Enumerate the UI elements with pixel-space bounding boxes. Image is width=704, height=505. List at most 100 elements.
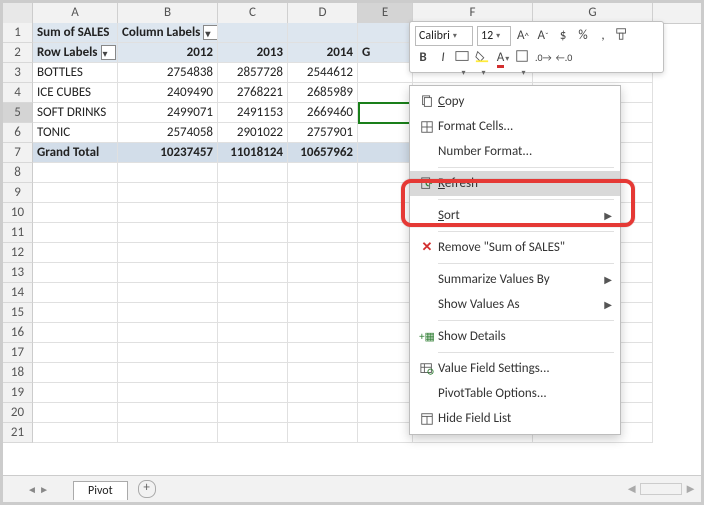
cell-A6[interactable]: TONIC bbox=[33, 123, 118, 143]
italic-icon[interactable]: I bbox=[435, 49, 451, 67]
fill-color-icon[interactable]: ▾ bbox=[475, 49, 491, 67]
cell-D6[interactable]: 2757901 bbox=[288, 123, 358, 143]
cell-A5[interactable]: SOFT DRINKS bbox=[33, 103, 118, 123]
cell-E6[interactable] bbox=[358, 123, 413, 143]
cell-E5[interactable] bbox=[358, 103, 413, 123]
percent-icon[interactable]: % bbox=[575, 27, 591, 45]
cell-D3[interactable]: 2544612 bbox=[288, 63, 358, 83]
font-family-select[interactable]: Calibri bbox=[415, 26, 473, 46]
bold-icon[interactable]: B bbox=[415, 49, 431, 67]
cell-D1[interactable] bbox=[288, 23, 358, 43]
menu-format-cells[interactable]: Format Cells... bbox=[410, 114, 620, 139]
cell-B1[interactable]: Column Labels bbox=[118, 23, 218, 43]
cell-B5[interactable]: 2499071 bbox=[118, 103, 218, 123]
row-4[interactable]: 4 bbox=[3, 83, 33, 103]
row-labels-dropdown-icon[interactable] bbox=[101, 45, 116, 60]
row-3[interactable]: 3 bbox=[3, 63, 33, 83]
menu-copy[interactable]: Copy bbox=[410, 89, 620, 114]
horizontal-scroll[interactable]: ◄► bbox=[625, 481, 697, 497]
menu-value-field-settings[interactable]: Value Field Settings... bbox=[410, 356, 620, 381]
cell-A2[interactable]: Row Labels bbox=[33, 43, 118, 63]
row-14[interactable]: 14 bbox=[3, 283, 33, 303]
col-E[interactable]: E bbox=[358, 3, 413, 23]
row-2[interactable]: 2 bbox=[3, 43, 33, 63]
row-16[interactable]: 16 bbox=[3, 323, 33, 343]
cell-B7[interactable]: 10237457 bbox=[118, 143, 218, 163]
row-6[interactable]: 6 bbox=[3, 123, 33, 143]
cell-B3[interactable]: 2754838 bbox=[118, 63, 218, 83]
cell-C1[interactable] bbox=[218, 23, 288, 43]
row-7[interactable]: 7 bbox=[3, 143, 33, 163]
cell-C7[interactable]: 11018124 bbox=[218, 143, 288, 163]
format-painter-icon[interactable] bbox=[615, 27, 631, 45]
row-1[interactable]: 1 bbox=[3, 23, 33, 43]
menu-refresh[interactable]: Refresh bbox=[410, 171, 620, 196]
tab-nav[interactable]: ◄ ► bbox=[3, 483, 73, 496]
row-12[interactable]: 12 bbox=[3, 243, 33, 263]
cell-B6[interactable]: 2574058 bbox=[118, 123, 218, 143]
cell-B4[interactable]: 2409490 bbox=[118, 83, 218, 103]
cell-A7[interactable]: Grand Total bbox=[33, 143, 118, 163]
select-all-corner[interactable] bbox=[3, 3, 33, 23]
increase-decimal-icon[interactable]: .0→ bbox=[535, 49, 552, 67]
row-17[interactable]: 17 bbox=[3, 343, 33, 363]
decrease-decimal-icon[interactable]: ←.0 bbox=[556, 49, 573, 67]
menu-show-details[interactable]: +▦ Show Details bbox=[410, 324, 620, 349]
sheet-tab-pivot[interactable]: Pivot bbox=[73, 481, 128, 500]
font-size-select[interactable]: 12 bbox=[477, 26, 511, 46]
cell-C6[interactable]: 2901022 bbox=[218, 123, 288, 143]
row-10[interactable]: 10 bbox=[3, 203, 33, 223]
cell-E1[interactable] bbox=[358, 23, 413, 43]
cell-C2[interactable]: 2013 bbox=[218, 43, 288, 63]
cell-C5[interactable]: 2491153 bbox=[218, 103, 288, 123]
cell-A3[interactable]: BOTTLES bbox=[33, 63, 118, 83]
col-labels-dropdown-icon[interactable] bbox=[203, 25, 218, 40]
merge-icon[interactable]: ▾ bbox=[455, 49, 471, 67]
cell-E7[interactable] bbox=[358, 143, 413, 163]
row-21[interactable]: 21 bbox=[3, 423, 33, 443]
row-11[interactable]: 11 bbox=[3, 223, 33, 243]
row-9[interactable]: 9 bbox=[3, 183, 33, 203]
row-15[interactable]: 15 bbox=[3, 303, 33, 323]
cell-A1[interactable]: Sum of SALES bbox=[33, 23, 118, 43]
menu-show-values-as[interactable]: Show Values As ▶ bbox=[410, 292, 620, 317]
cell-E3[interactable] bbox=[358, 63, 413, 83]
cell-B2[interactable]: 2012 bbox=[118, 43, 218, 63]
cell-E2[interactable]: G bbox=[358, 43, 413, 63]
currency-icon[interactable]: $ bbox=[555, 27, 571, 45]
row-5[interactable]: 5 bbox=[3, 103, 33, 123]
col-F[interactable]: F bbox=[413, 3, 533, 23]
row-13[interactable]: 13 bbox=[3, 263, 33, 283]
col-G[interactable]: G bbox=[533, 3, 653, 23]
row-19[interactable]: 19 bbox=[3, 383, 33, 403]
submenu-arrow-icon: ▶ bbox=[604, 273, 612, 286]
cell-D2[interactable]: 2014 bbox=[288, 43, 358, 63]
menu-sort[interactable]: Sort ▶ bbox=[410, 203, 620, 228]
font-color-icon[interactable]: A▾ bbox=[495, 49, 511, 67]
col-B[interactable]: B bbox=[118, 3, 218, 23]
cell-D7[interactable]: 10657962 bbox=[288, 143, 358, 163]
cell-A4[interactable]: ICE CUBES bbox=[33, 83, 118, 103]
cell-D5[interactable]: 2669460 bbox=[288, 103, 358, 123]
cell-D4[interactable]: 2685989 bbox=[288, 83, 358, 103]
menu-hide-field-list[interactable]: Hide Field List bbox=[410, 406, 620, 431]
menu-remove[interactable]: ✕ Remove "Sum of SALES" bbox=[410, 235, 620, 260]
cell-E4[interactable] bbox=[358, 83, 413, 103]
increase-font-icon[interactable]: A^ bbox=[515, 27, 531, 45]
borders-icon[interactable]: ▾ bbox=[515, 49, 531, 67]
cell-C3[interactable]: 2857728 bbox=[218, 63, 288, 83]
cell-C4[interactable]: 2768221 bbox=[218, 83, 288, 103]
comma-icon[interactable]: , bbox=[595, 27, 611, 45]
row-8[interactable]: 8 bbox=[3, 163, 33, 183]
col-D[interactable]: D bbox=[288, 3, 358, 23]
menu-pivottable-options[interactable]: PivotTable Options... bbox=[410, 381, 620, 406]
row-20[interactable]: 20 bbox=[3, 403, 33, 423]
new-sheet-button[interactable]: + bbox=[138, 480, 156, 498]
col-A[interactable]: A bbox=[33, 3, 118, 23]
decrease-font-icon[interactable]: Aˇ bbox=[535, 27, 551, 45]
col-C[interactable]: C bbox=[218, 3, 288, 23]
menu-number-format[interactable]: Number Format... bbox=[410, 139, 620, 164]
row-18[interactable]: 18 bbox=[3, 363, 33, 383]
menu-separator bbox=[438, 352, 614, 353]
menu-summarize[interactable]: Summarize Values By ▶ bbox=[410, 267, 620, 292]
